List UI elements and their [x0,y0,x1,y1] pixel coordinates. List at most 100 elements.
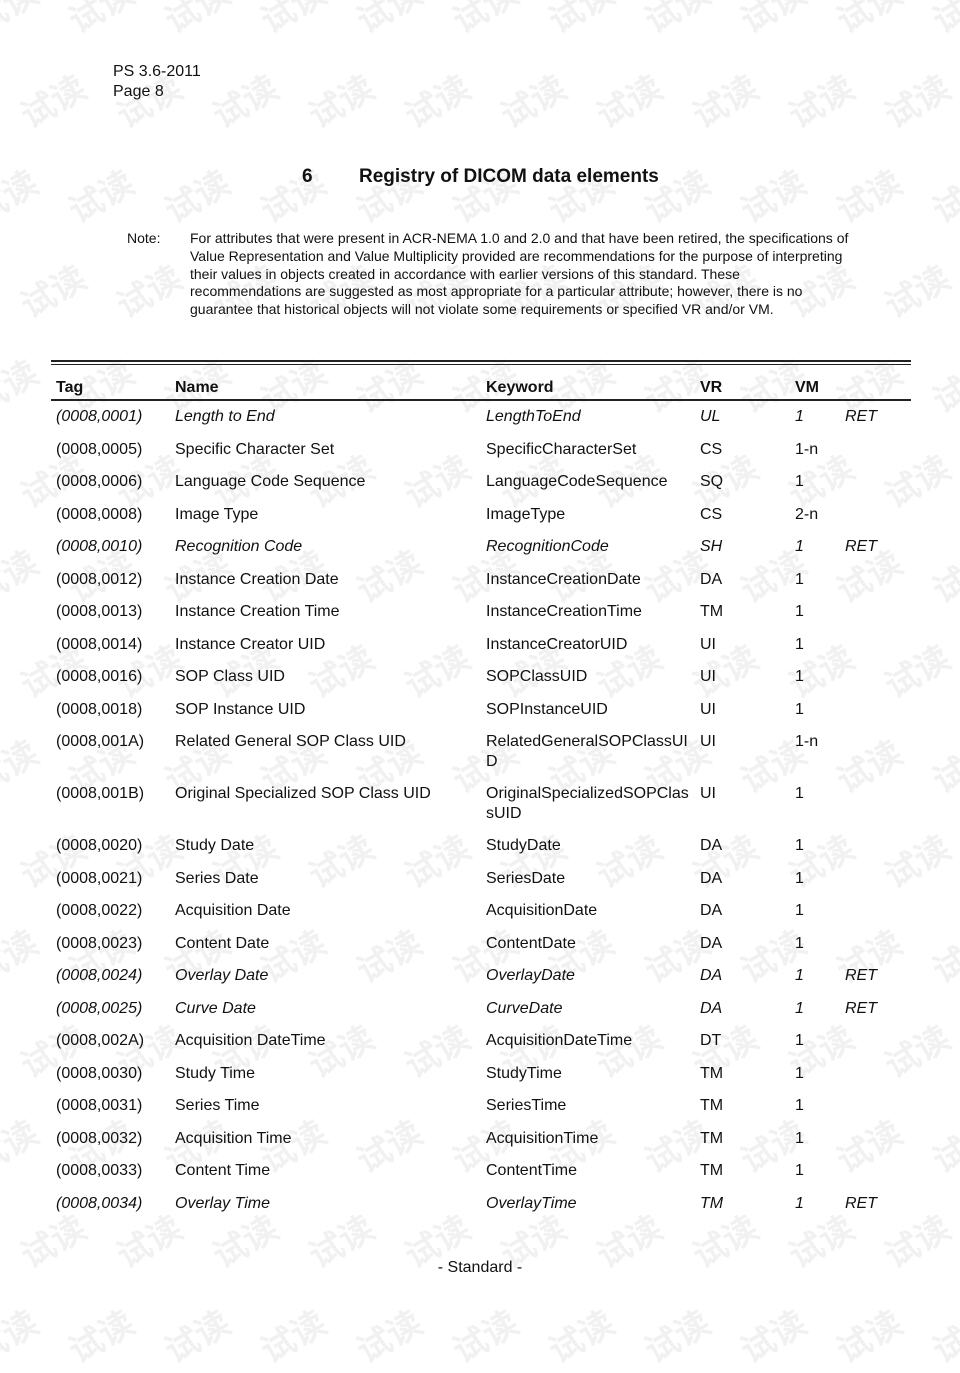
watermark-text: 试读 [878,258,958,327]
name-cell: Acquisition Time [175,1129,292,1147]
vm-cell: 1 [795,408,804,425]
watermark-text: 试读 [830,1303,910,1372]
table-row: (0008,0012) Instance Creation Date Instanc… [51,564,911,597]
table-row: (0008,0005) Specific Character Set Specifi… [51,434,911,467]
table-row: (0008,0025) Curve Date CurveDate DA 1 RET [51,993,911,1026]
keyword-cell: SeriesDate [486,869,566,887]
keyword-cell: StudyDate [486,837,561,854]
vr-cell: SQ [700,473,724,490]
registry-table: Tag Name Keyword VR VM (0008,0001) Length… [51,360,911,1220]
document-id: PS 3.6-2011 [113,63,201,80]
name-cell: Instance Creation Time [175,603,340,620]
name-cell: Acquisition DateTime [175,1032,326,1049]
watermark-text: 试读 [734,0,814,42]
vr-cell: UI [700,785,716,802]
name-cell: Image Type [175,505,259,523]
watermark-text: 试读 [398,68,478,137]
table-row: (0008,0020) Study Date StudyDate DA 1 [51,830,911,863]
vm-cell: 1 [795,668,804,685]
name-cell: Instance Creator UID [175,635,326,653]
keyword-cell: LengthToEnd [486,408,581,425]
vm-cell: 1-n [795,733,819,750]
table-row: (0008,001A) Related General SOP Class UID… [51,726,911,778]
tag-cell: (0008,0013) [56,603,143,620]
vr-cell: UI [700,668,716,685]
name-cell: Content Time [175,1162,271,1179]
watermark-text: 试读 [926,1113,960,1182]
watermark-text: 试读 [734,1303,814,1372]
vr-cell: UI [700,700,716,718]
keyword-cell: RecognitionCode [486,538,609,555]
section-number: 6 [302,166,313,187]
table-row: (0008,0032) Acquisition Time AcquisitionTi… [51,1123,911,1156]
tag-cell: (0008,0020) [56,837,143,854]
vm-cell: 1 [795,967,804,984]
table-row: (0008,0010) Recognition Code RecognitionCo… [51,531,911,564]
keyword-cell: AcquisitionTime [486,1129,599,1147]
name-cell: Language Code Sequence [175,473,366,490]
watermark-text: 试读 [0,1113,46,1182]
vm-cell: 1 [795,837,804,854]
retired-flag: RET [845,999,877,1017]
tag-cell: (0008,0006) [56,473,143,490]
table-row: (0008,0006) Language Code Sequence Languag… [51,466,911,499]
name-cell: Study Time [175,1064,256,1082]
keyword-cell: StudyTime [486,1064,562,1082]
watermark-text: 试读 [926,0,960,42]
tag-cell: (0008,0016) [56,668,143,685]
page-number: Page 8 [113,83,164,100]
watermark-text: 试读 [0,923,46,992]
column-header-keyword: Keyword [486,379,554,396]
keyword-cell: InstanceCreationTime [486,603,642,620]
vr-cell: UI [700,635,716,653]
vr-cell: DA [700,934,723,952]
keyword-cell: LanguageCodeSequence [486,473,668,490]
name-cell: Series Time [175,1097,260,1114]
table-row: (0008,0001) Length to End LengthToEnd UL 1 RE… [51,401,911,434]
vr-cell: DA [700,837,723,854]
watermark-text: 试读 [206,68,286,137]
tag-cell: (0008,0001) [56,408,143,425]
keyword-cell: InstanceCreationDate [486,570,641,588]
keyword-cell: OriginalSpecializedSOPClassUID [486,785,689,822]
watermark-text: 试读 [0,353,46,422]
keyword-cell: ImageType [486,505,566,523]
name-cell: Acquisition Date [175,902,291,919]
vm-cell: 1 [795,1194,804,1212]
page-footer: - Standard - [437,1259,523,1276]
name-cell: Study Date [175,837,255,854]
watermark-text: 试读 [254,163,334,232]
vm-cell: 1 [795,785,804,802]
keyword-cell: InstanceCreatorUID [486,635,628,653]
name-cell: Recognition Code [175,538,303,555]
keyword-cell: SeriesTime [486,1097,567,1114]
watermark-text: 试读 [686,68,766,137]
vm-cell: 1 [795,1032,804,1049]
column-header-vm: VM [795,379,819,396]
vm-cell: 1 [795,700,804,718]
table-row: (0008,0023) Content Date ContentDate DA 1 [51,928,911,961]
vm-cell: 1 [795,1097,804,1114]
table-row: (0008,0021) Series Date SeriesDate DA 1 [51,863,911,896]
vr-cell: UL [700,408,721,425]
name-cell: Content Date [175,934,270,952]
name-cell: Instance Creation Date [175,570,339,588]
tag-cell: (0008,0023) [56,934,143,952]
name-cell: Series Date [175,869,259,887]
vm-cell: 1 [795,603,804,620]
name-cell: Overlay Date [175,967,269,984]
watermark-text: 试读 [734,163,814,232]
table-row: (0008,0014) Instance Creator UID InstanceC… [51,629,911,662]
watermark-text: 试读 [62,0,142,42]
watermark-text: 试读 [926,923,960,992]
vr-cell: CS [700,505,723,523]
vr-cell: UI [700,733,716,750]
tag-cell: (0008,0034) [56,1194,143,1212]
keyword-cell: SOPClassUID [486,668,588,685]
note-label: Note: [127,230,161,246]
retired-flag: RET [845,408,877,425]
column-header-vr: VR [700,379,723,396]
watermark-text: 试读 [446,0,526,42]
watermark-text: 试读 [158,1303,238,1372]
table-row: (0008,0016) SOP Class UID SOPClassUID UI 1 [51,661,911,694]
